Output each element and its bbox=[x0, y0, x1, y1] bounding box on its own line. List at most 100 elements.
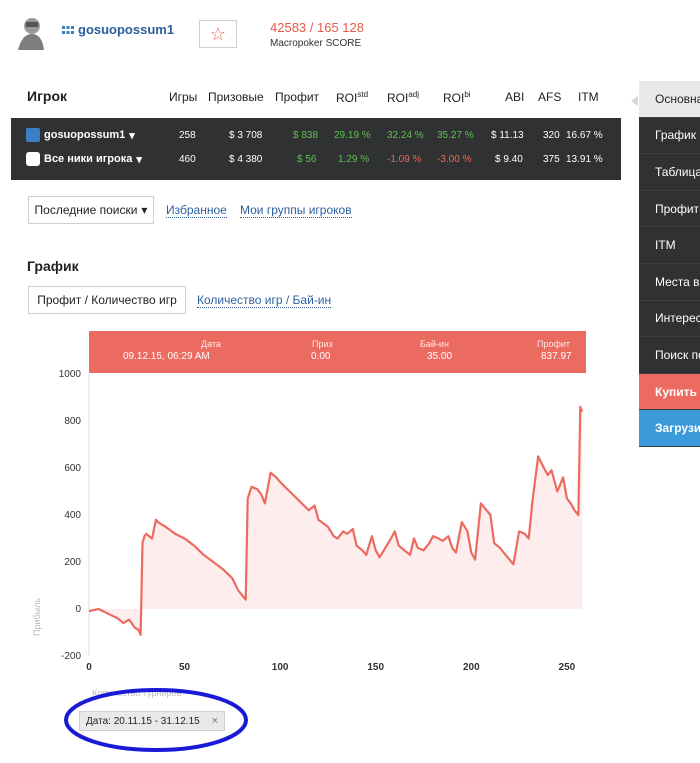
tooltip-prize-label: Приз bbox=[312, 339, 333, 349]
x-tick-label: 100 bbox=[272, 662, 289, 673]
cell-profit: $ 838 bbox=[293, 130, 319, 141]
cell-abi: $ 9.40 bbox=[495, 154, 523, 165]
menu-item-table[interactable]: Таблица bbox=[639, 154, 700, 191]
row-name-text: gosuopossum1 bbox=[44, 129, 126, 141]
cell-profit: $ 56 bbox=[297, 154, 317, 165]
paw-icon bbox=[26, 152, 40, 166]
username[interactable]: gosuopossum1 bbox=[78, 22, 174, 37]
menu-pointer-icon bbox=[631, 96, 638, 106]
tooltip-profit-label: Профит bbox=[537, 339, 571, 349]
favorites-link[interactable]: Избранное bbox=[166, 203, 227, 218]
y-tick-label: 600 bbox=[64, 463, 81, 474]
col-roi-std[interactable]: ROIstd bbox=[336, 90, 368, 105]
menu-item-main[interactable]: Основная bbox=[639, 81, 700, 118]
y-axis-label: Прибыль bbox=[32, 598, 42, 636]
score-label: Macropoker SCORE bbox=[270, 38, 362, 49]
stats-table: gosuopossum1 ▾ 258 $ 3 708 $ 838 29.19 %… bbox=[11, 118, 621, 180]
tooltip-prize-value: 0.00 bbox=[311, 351, 331, 362]
roi-adj-label: ROI bbox=[387, 91, 409, 105]
favorite-star-button[interactable]: ☆ bbox=[199, 20, 237, 48]
tab-profit-games[interactable]: Профит / Количество игр bbox=[28, 286, 186, 314]
cell-roi-adj: 32.24 % bbox=[387, 130, 424, 141]
series-area bbox=[89, 406, 583, 635]
row-name-text: Все ники игрока bbox=[44, 153, 133, 165]
network-icon bbox=[26, 128, 40, 142]
col-profit[interactable]: Профит bbox=[275, 90, 319, 104]
row-name[interactable]: Все ники игрока ▾ bbox=[26, 152, 142, 166]
cell-games: 460 bbox=[179, 154, 196, 165]
recent-searches-label: Последние поиски bbox=[34, 203, 138, 217]
roi-adj-sup: adj bbox=[408, 90, 420, 99]
col-prizes[interactable]: Призовые bbox=[208, 90, 264, 104]
roi-bi-sup: bi bbox=[464, 90, 471, 99]
y-tick-label: 1000 bbox=[59, 369, 82, 380]
graph-title: График bbox=[27, 258, 79, 274]
menu-item-search[interactable]: Поиск по bbox=[639, 337, 700, 374]
table-row[interactable]: Все ники игрока ▾ 460 $ 4 380 $ 56 1.29 … bbox=[11, 150, 621, 170]
stats-header: Игрок Игры Призовые Профит ROIstd ROIadj… bbox=[27, 88, 617, 106]
menu-item-itm[interactable]: ITM bbox=[639, 227, 700, 264]
cell-itm: 16.67 % bbox=[566, 130, 603, 141]
row-name[interactable]: gosuopossum1 ▾ bbox=[26, 128, 135, 142]
x-tick-label: 150 bbox=[367, 662, 384, 673]
roi-bi-label: ROI bbox=[443, 91, 465, 105]
col-abi[interactable]: ABI bbox=[505, 90, 524, 104]
network-icon bbox=[62, 25, 74, 34]
cell-abi: $ 11.13 bbox=[491, 130, 524, 141]
cell-roi-std: 29.19 % bbox=[334, 130, 371, 141]
menu-item-interest[interactable]: Интерес bbox=[639, 300, 700, 338]
y-tick-label: -200 bbox=[61, 651, 81, 662]
cell-roi-bi: 35.27 % bbox=[437, 130, 474, 141]
tab-games-buyin[interactable]: Количество игр / Бай-ин bbox=[197, 293, 332, 308]
menu-item-places[interactable]: Места в bbox=[639, 264, 700, 301]
table-row[interactable]: gosuopossum1 ▾ 258 $ 3 708 $ 838 29.19 %… bbox=[11, 126, 621, 146]
col-games[interactable]: Игры bbox=[169, 90, 197, 104]
chart-tooltip: Дата 09.12.15, 06:29 AM Приз 0.00 Бай-ин… bbox=[89, 331, 586, 373]
avatar bbox=[12, 12, 48, 52]
score-value: 42583 / 165 128 bbox=[270, 20, 364, 35]
tooltip-buyin-value: 35.00 bbox=[427, 351, 453, 362]
menu-item-profit[interactable]: Профит bbox=[639, 190, 700, 228]
chart-root: -200 0 200 400 600 800 1000 0 50 100 150 200 250 Приб… bbox=[32, 369, 584, 698]
y-tick-label: 200 bbox=[64, 557, 81, 568]
score-block: 42583 / 165 128 Macropoker SCORE bbox=[270, 20, 364, 49]
col-roi-bi[interactable]: ROIbi bbox=[443, 90, 471, 105]
col-itm[interactable]: ITM bbox=[578, 90, 599, 104]
x-tick-label: 200 bbox=[463, 662, 480, 673]
col-afs[interactable]: AFS bbox=[538, 90, 561, 104]
cell-games: 258 bbox=[179, 130, 196, 141]
tooltip-buyin-label: Бай-ин bbox=[420, 339, 449, 349]
menu-item-upload[interactable]: Загрузить bbox=[639, 410, 700, 447]
cell-prizes: $ 4 380 bbox=[229, 154, 263, 165]
recent-searches-button[interactable]: Последние поиски ▾ bbox=[28, 196, 154, 224]
player-name[interactable]: gosuopossum1 bbox=[62, 22, 174, 37]
x-tick-label: 250 bbox=[559, 662, 576, 673]
cell-prizes: $ 3 708 bbox=[229, 130, 263, 141]
y-tick-label: 0 bbox=[75, 604, 81, 615]
menu-item-buy[interactable]: Купить bbox=[639, 373, 700, 411]
profit-chart[interactable]: -200 0 200 400 600 800 1000 0 50 100 150 200 250 Приб… bbox=[0, 360, 600, 700]
tooltip-date-value: 09.12.15, 06:29 AM bbox=[123, 351, 210, 362]
cell-roi-adj: -1.09 % bbox=[387, 154, 422, 165]
chevron-down-icon: ▾ bbox=[136, 153, 142, 166]
x-tick-label: 50 bbox=[179, 662, 191, 673]
tooltip-profit-value: 837.97 bbox=[541, 351, 572, 362]
cell-afs: 320 bbox=[543, 130, 560, 141]
cell-itm: 13.91 % bbox=[566, 154, 603, 165]
menu-item-graph[interactable]: График bbox=[639, 117, 700, 155]
tooltip-date-label: Дата bbox=[201, 339, 221, 349]
roi-std-label: ROI bbox=[336, 91, 358, 105]
y-tick-label: 400 bbox=[64, 510, 81, 521]
cell-afs: 375 bbox=[543, 154, 560, 165]
player-groups-link[interactable]: Мои группы игроков bbox=[240, 203, 352, 218]
stats-title: Игрок bbox=[27, 88, 68, 104]
y-tick-label: 800 bbox=[64, 416, 81, 427]
col-roi-adj[interactable]: ROIadj bbox=[387, 90, 419, 105]
cell-roi-std: 1.29 % bbox=[338, 154, 370, 165]
x-tick-label: 0 bbox=[86, 662, 92, 673]
cell-roi-bi: -3.00 % bbox=[437, 154, 472, 165]
chevron-down-icon: ▾ bbox=[141, 203, 148, 217]
side-menu: Основная График Таблица Профит ITM Места… bbox=[639, 81, 700, 447]
roi-std-sup: std bbox=[357, 90, 369, 99]
annotation-circle bbox=[64, 688, 248, 752]
